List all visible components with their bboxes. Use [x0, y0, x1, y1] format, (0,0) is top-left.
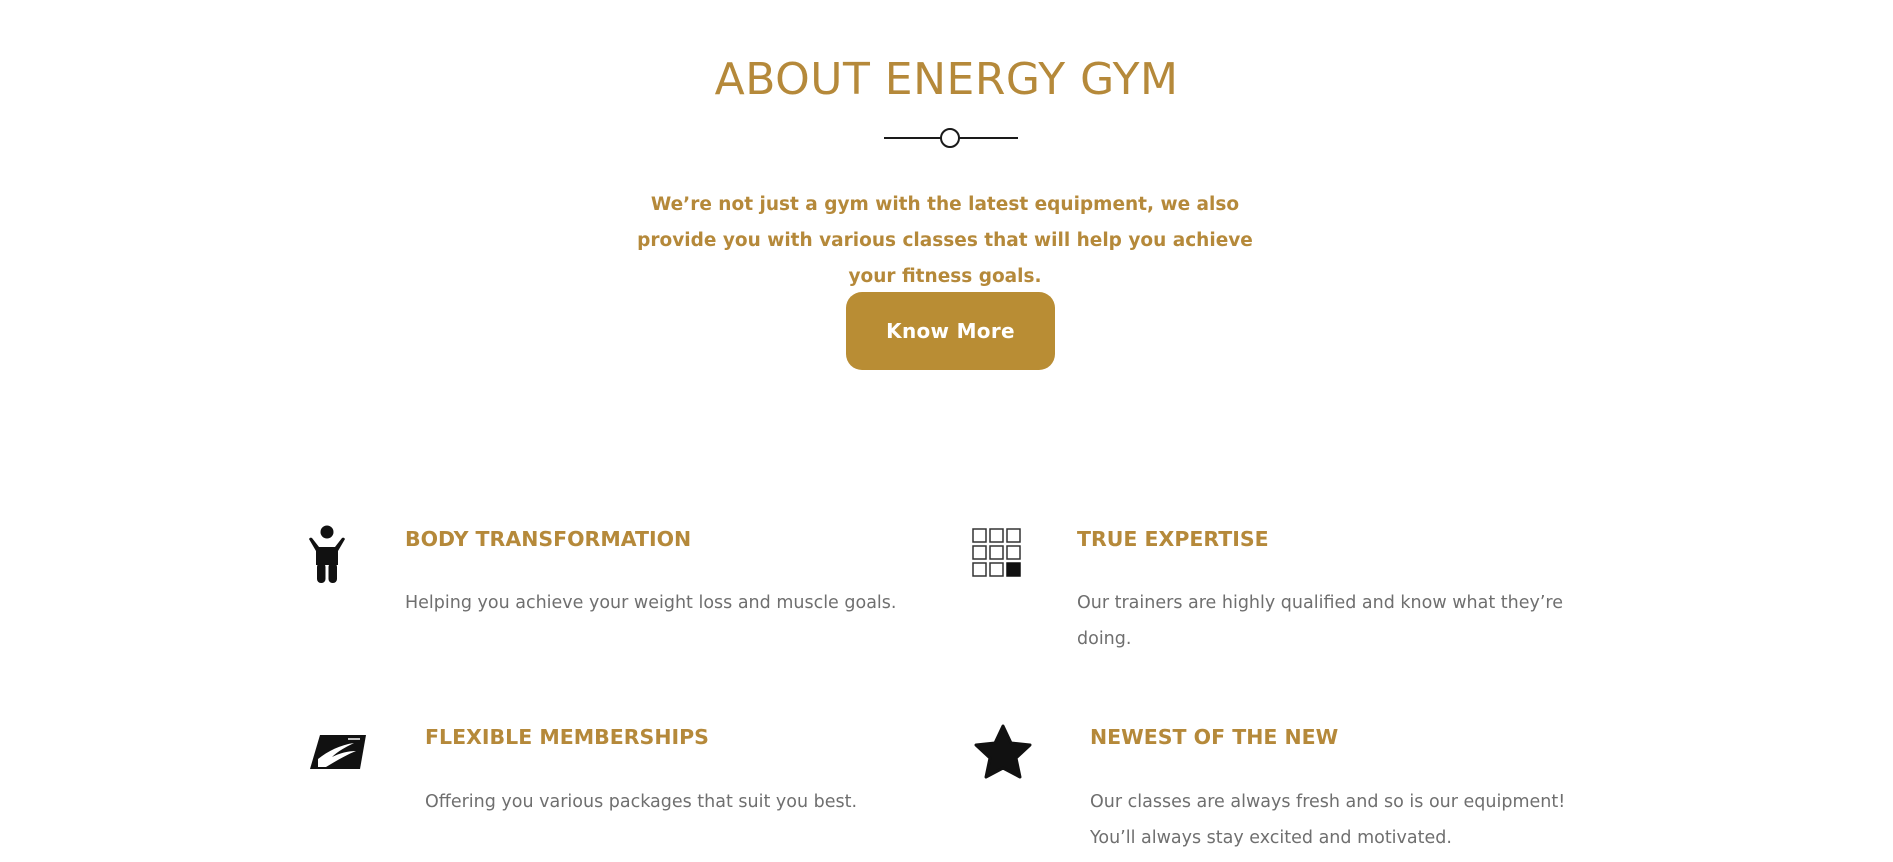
feature-description: Our classes are always fresh and so is o…: [1090, 792, 1566, 848]
feature-description: Helping you achieve your weight loss and…: [405, 593, 897, 613]
feature-title: NEWEST OF THE NEW: [1090, 725, 1339, 749]
feature-title: TRUE EXPERTISE: [1077, 527, 1269, 551]
feature-title: FLEXIBLE MEMBERSHIPS: [425, 725, 709, 749]
postal-eagle-icon: [310, 735, 366, 769]
title-divider: [884, 128, 1018, 148]
feature-title: BODY TRANSFORMATION: [405, 527, 692, 551]
feature-description: Our trainers are highly qualified and kn…: [1077, 593, 1563, 649]
grid-squares-icon: [972, 528, 1021, 577]
about-section: ABOUT ENERGY GYM We’re not just a gym wi…: [0, 0, 1893, 862]
feature-description: Offering you various packages that suit …: [425, 792, 858, 812]
section-title: ABOUT ENERGY GYM: [714, 54, 1179, 105]
intro-text: We’re not just a gym with the latest equ…: [637, 194, 1253, 287]
child-icon: [309, 525, 345, 583]
know-more-button[interactable]: Know More: [846, 292, 1055, 370]
star-icon: [974, 724, 1032, 779]
